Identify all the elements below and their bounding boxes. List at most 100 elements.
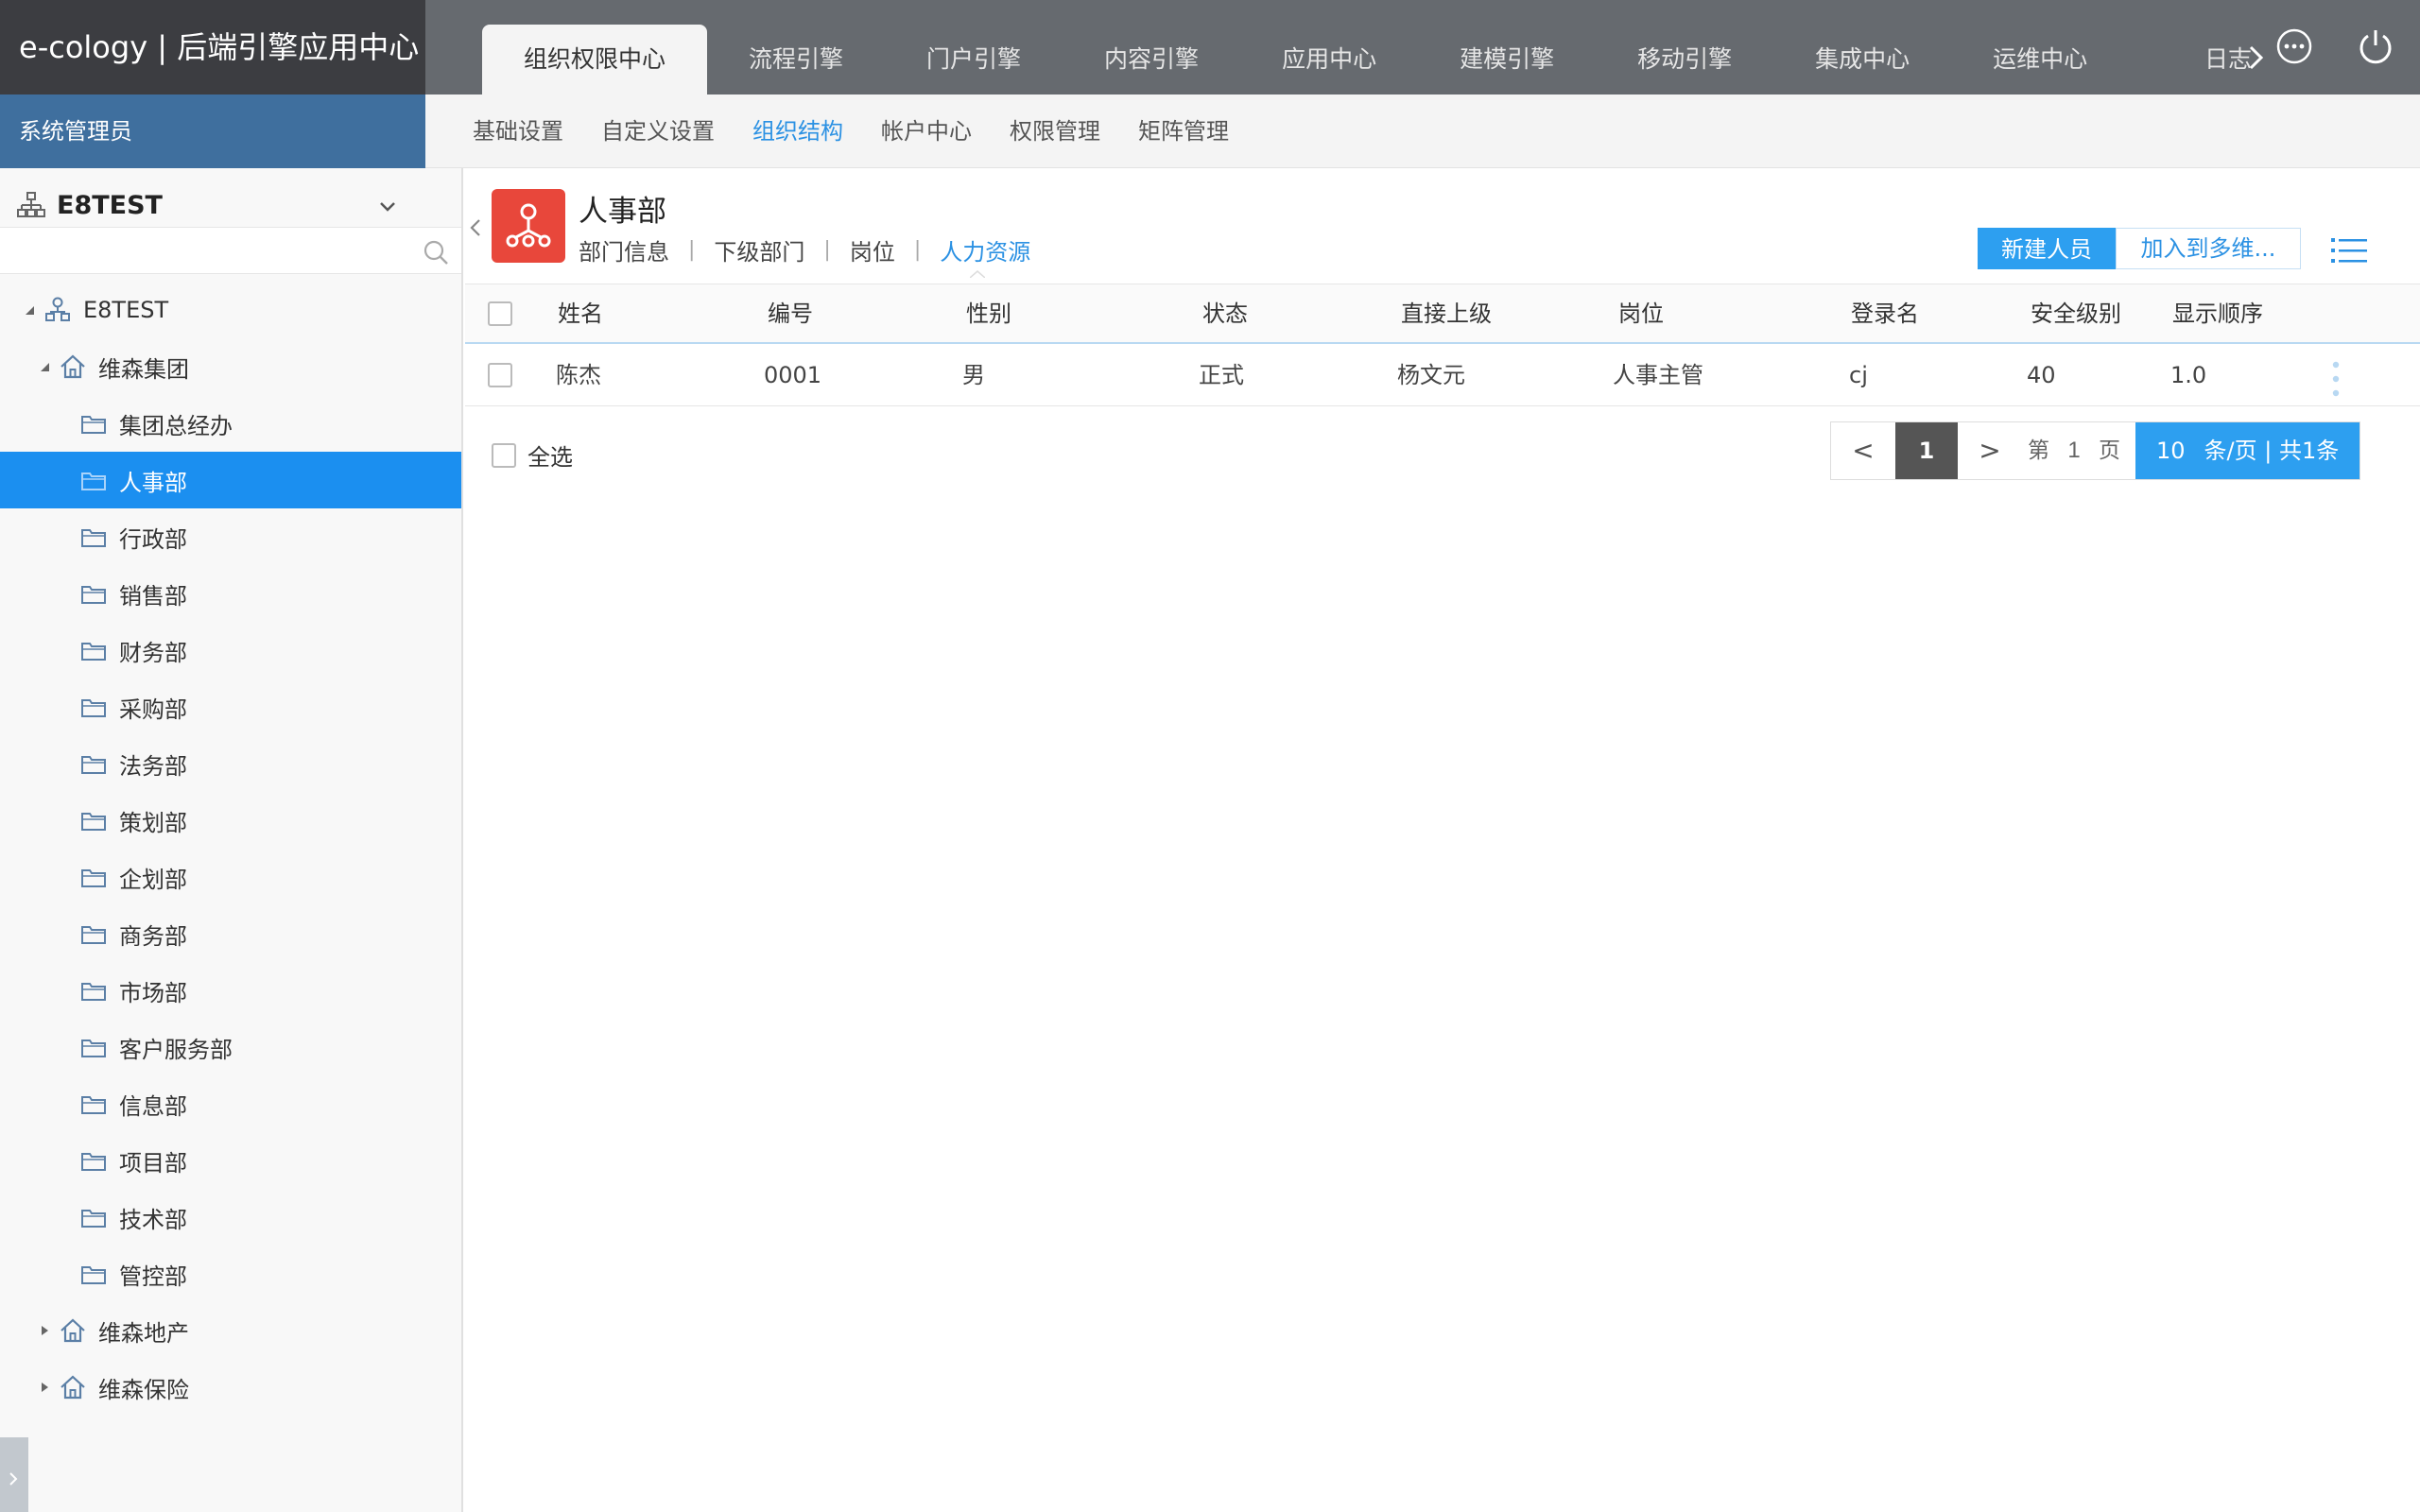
folder-icon — [81, 813, 106, 831]
next-page-button[interactable]: > — [1958, 422, 2022, 479]
tree-node-label: 人事部 — [119, 469, 187, 496]
add-to-multidim-button[interactable]: 加入到多维... — [2116, 228, 2301, 269]
tab-positions[interactable]: 岗位 — [850, 233, 895, 266]
col-header-security-level[interactable]: 安全级别 — [2031, 284, 2121, 343]
list-menu-icon[interactable] — [2331, 236, 2367, 265]
tree-node-label: 策划部 — [119, 809, 187, 836]
select-all-checkbox[interactable] — [492, 442, 516, 468]
subtab-org-structure[interactable]: 组织结构 — [734, 94, 862, 168]
sidebar-toggle-handle[interactable] — [0, 1437, 28, 1512]
col-header-position[interactable]: 岗位 — [1618, 284, 1664, 343]
tab-portal-engine[interactable]: 门户引擎 — [885, 25, 1063, 94]
tree-node-department[interactable]: 技术部 — [0, 1189, 461, 1246]
subtab-basic-settings[interactable]: 基础设置 — [454, 94, 582, 168]
col-header-login[interactable]: 登录名 — [1851, 284, 1919, 343]
row-checkbox[interactable] — [488, 363, 512, 387]
tree-node-root[interactable]: E8TEST — [0, 282, 461, 338]
department-tabs: 部门信息 | 下级部门 | 岗位 | 人力资源 — [579, 233, 1030, 266]
tree-node-department[interactable]: 集团总经办 — [0, 395, 461, 452]
expanded-triangle-icon[interactable] — [23, 303, 36, 317]
tab-dept-info[interactable]: 部门信息 — [579, 233, 669, 266]
tab-ops-center[interactable]: 运维中心 — [1951, 25, 2129, 94]
subtab-permission-management[interactable]: 权限管理 — [991, 94, 1119, 168]
tree-node-group[interactable]: 维森地产 — [0, 1302, 461, 1359]
folder-icon — [81, 643, 106, 661]
folder-icon — [81, 869, 106, 887]
org-tree-sidebar: E8TEST E8TEST 维森集团 集团总经办 人事部 行政部 销售部 财务部… — [0, 168, 463, 1512]
col-header-status[interactable]: 状态 — [1202, 284, 1248, 343]
sub-nav-bar: 系统管理员 基础设置 自定义设置 组织结构 帐户中心 权限管理 矩阵管理 — [0, 94, 2420, 168]
tree-node-department[interactable]: 商务部 — [0, 905, 461, 962]
tree-node-department[interactable]: 项目部 — [0, 1132, 461, 1189]
tree-node-department[interactable]: 法务部 — [0, 735, 461, 792]
page-size-selector[interactable]: 10 条/页 | 共1条 — [2135, 422, 2360, 479]
cell-gender: 男 — [962, 362, 985, 388]
chevron-down-icon[interactable] — [378, 200, 397, 214]
role-label: 系统管理员 — [0, 94, 425, 168]
table-row[interactable]: 陈杰 0001 男 正式 杨文元 人事主管 cj 40 1.0 — [465, 346, 2420, 406]
collapsed-triangle-icon[interactable] — [38, 1324, 51, 1337]
tree-node-department[interactable]: 管控部 — [0, 1246, 461, 1302]
subtab-custom-settings[interactable]: 自定义设置 — [582, 94, 734, 168]
tree-node-department[interactable]: 客户服务部 — [0, 1019, 461, 1075]
cell-name[interactable]: 陈杰 — [556, 346, 601, 404]
collapsed-triangle-icon[interactable] — [38, 1381, 51, 1394]
folder-icon — [81, 1096, 106, 1114]
col-header-gender[interactable]: 性别 — [966, 284, 1011, 343]
expanded-triangle-icon[interactable] — [38, 360, 51, 373]
tree-node-label: 技术部 — [119, 1206, 187, 1233]
new-person-button[interactable]: 新建人员 — [1978, 228, 2116, 269]
subtab-account-center[interactable]: 帐户中心 — [862, 94, 991, 168]
col-header-supervisor[interactable]: 直接上级 — [1401, 284, 1492, 343]
org-structure-icon — [506, 203, 551, 248]
tree-node-label: 采购部 — [119, 696, 187, 723]
tab-app-center[interactable]: 应用中心 — [1240, 25, 1418, 94]
select-all-rows-checkbox[interactable] — [488, 301, 512, 326]
scroll-right-chevron-icon[interactable] — [2246, 43, 2267, 72]
cell-display-order: 1.0 — [2170, 362, 2207, 388]
col-header-display-order[interactable]: 显示顺序 — [2172, 284, 2263, 343]
tree-node-department[interactable]: 信息部 — [0, 1075, 461, 1132]
tree-node-department[interactable]: 财务部 — [0, 622, 461, 679]
power-icon[interactable] — [2356, 26, 2395, 66]
collapse-left-icon[interactable] — [469, 217, 482, 238]
folder-icon — [81, 699, 106, 717]
select-all[interactable]: 全选 — [492, 438, 573, 472]
tree-node-department[interactable]: 企划部 — [0, 849, 461, 905]
tab-workflow-engine[interactable]: 流程引擎 — [707, 25, 885, 94]
tab-mobile-engine[interactable]: 移动引擎 — [1596, 25, 1773, 94]
prev-page-button[interactable]: < — [1831, 422, 1895, 479]
tab-modeling-engine[interactable]: 建模引擎 — [1418, 25, 1596, 94]
tree-node-group[interactable]: 维森保险 — [0, 1359, 461, 1416]
current-page-button[interactable]: 1 — [1895, 422, 1958, 479]
tree-node-department[interactable]: 市场部 — [0, 962, 461, 1019]
folder-icon — [81, 756, 106, 774]
col-header-number[interactable]: 编号 — [768, 284, 813, 343]
tab-sub-departments[interactable]: 下级部门 — [714, 233, 804, 266]
tree-node-department[interactable]: 销售部 — [0, 565, 461, 622]
subtab-matrix-management[interactable]: 矩阵管理 — [1119, 94, 1248, 168]
col-header-name[interactable]: 姓名 — [558, 284, 603, 343]
tree-search-input[interactable] — [0, 228, 397, 273]
goto-page-input[interactable] — [2055, 422, 2093, 479]
tab-content-engine[interactable]: 内容引擎 — [1063, 25, 1240, 94]
tree-node-department[interactable]: 人事部 — [0, 452, 461, 508]
tree-node-department[interactable]: 采购部 — [0, 679, 461, 735]
tree-node-group[interactable]: 维森集团 — [0, 338, 461, 395]
tree-node-label: 集团总经办 — [119, 412, 233, 439]
search-icon[interactable] — [423, 239, 449, 266]
tab-integration-center[interactable]: 集成中心 — [1773, 25, 1951, 94]
cell-status: 正式 — [1199, 362, 1244, 388]
org-selector[interactable]: E8TEST — [17, 181, 405, 229]
tree-node-label: 市场部 — [119, 979, 187, 1006]
tree-node-department[interactable]: 行政部 — [0, 508, 461, 565]
tab-org-permission-center[interactable]: 组织权限中心 — [482, 25, 708, 94]
folder-icon — [81, 1040, 106, 1057]
tree-node-department[interactable]: 策划部 — [0, 792, 461, 849]
tree-node-label: 维森地产 — [98, 1319, 189, 1347]
top-bar: e-cology | 后端引擎应用中心 组织权限中心 流程引擎 门户引擎 内容引… — [0, 0, 2420, 94]
tab-human-resources[interactable]: 人力资源 — [940, 233, 1030, 266]
department-icon — [492, 189, 565, 263]
more-options-icon[interactable] — [2274, 26, 2314, 66]
row-more-icon[interactable] — [2331, 359, 2341, 399]
